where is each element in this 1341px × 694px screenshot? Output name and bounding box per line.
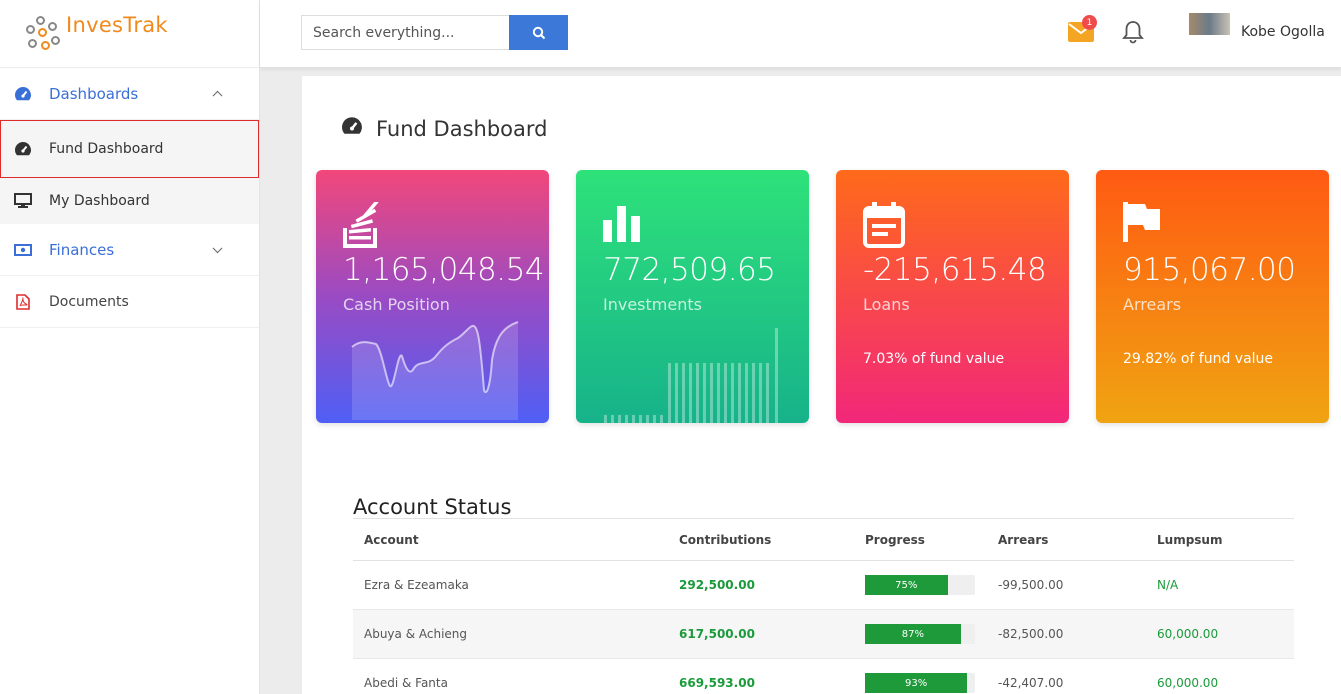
account-cell: Abedi & Fanta xyxy=(353,658,668,694)
sidebar-item-label: Finances xyxy=(49,240,115,259)
sidebar-item-my-dashboard[interactable]: My Dashboard xyxy=(0,178,259,224)
pdf-icon xyxy=(14,293,32,311)
contributions-cell: 617,500.00 xyxy=(668,609,854,659)
mail-count-badge: 1 xyxy=(1082,15,1097,30)
search-bar xyxy=(301,15,568,50)
table-row[interactable]: Abedi & Fanta 669,593.00 93% -42,407.00 … xyxy=(353,658,1294,694)
user-name: Kobe Ogolla xyxy=(1241,24,1325,40)
sidebar-item-dashboards[interactable]: Dashboards xyxy=(0,68,259,120)
topbar: 1 Kobe Ogolla xyxy=(260,0,1341,68)
gauge-icon xyxy=(340,116,364,141)
brand-logo[interactable]: InvesTrak xyxy=(0,0,259,68)
sidebar-item-label: Documents xyxy=(49,293,129,310)
progress-bar: 87% xyxy=(865,624,975,644)
table-row[interactable]: Abuya & Achieng 617,500.00 87% -82,500.0… xyxy=(353,609,1294,659)
contributions-cell: 669,593.00 xyxy=(668,658,854,694)
bar-chart-icon xyxy=(603,206,640,242)
account-status-panel: Account Status Account Contributions Pro… xyxy=(316,466,1336,694)
investments-label: Investments xyxy=(603,295,702,314)
lumpsum-cell: 60,000.00 xyxy=(1146,609,1294,659)
column-header[interactable]: Progress xyxy=(854,518,987,561)
progress-cell: 93% xyxy=(854,658,987,694)
cash-position-value: 1,165,048.54 xyxy=(343,252,545,288)
account-cell: Ezra & Ezeamaka xyxy=(353,560,668,610)
monitor-icon xyxy=(14,193,32,209)
gauge-icon xyxy=(14,85,32,103)
sidebar-item-finances[interactable]: Finances xyxy=(0,224,259,276)
account-status-title: Account Status xyxy=(353,495,512,519)
arrears-cell: -42,407.00 xyxy=(987,658,1146,694)
sidebar-item-fund-dashboard[interactable]: Fund Dashboard xyxy=(0,120,259,178)
lumpsum-cell: 60,000.00 xyxy=(1146,658,1294,694)
cash-position-card[interactable]: 1,165,048.54 Cash Position xyxy=(316,170,549,423)
avatar[interactable] xyxy=(1189,13,1230,35)
progress-fill: 87% xyxy=(865,624,961,644)
progress-cell: 87% xyxy=(854,609,987,659)
column-header[interactable]: Arrears xyxy=(987,518,1146,561)
progress-bar: 93% xyxy=(865,673,975,693)
account-cell: Abuya & Achieng xyxy=(353,609,668,659)
chevron-up-icon xyxy=(212,90,223,101)
bell-icon xyxy=(1122,21,1144,44)
contributions-cell: 292,500.00 xyxy=(668,560,854,610)
notifications-button[interactable] xyxy=(1122,20,1144,48)
account-status-table: Account Contributions Progress Arrears L… xyxy=(353,518,1294,694)
column-header[interactable]: Account xyxy=(353,518,668,561)
progress-cell: 75% xyxy=(854,560,987,610)
chevron-down-icon xyxy=(212,242,223,253)
arrears-note: 29.82% of fund value xyxy=(1123,351,1274,367)
brand-name: InvesTrak xyxy=(66,12,168,37)
lumpsum-cell: N/A xyxy=(1146,560,1294,610)
sidebar-item-label: Fund Dashboard xyxy=(49,141,164,157)
arrears-cell: -82,500.00 xyxy=(987,609,1146,659)
main-panel: Fund Dashboard 1,165,048.54 Cash Positio… xyxy=(302,76,1341,694)
investments-bars xyxy=(604,328,778,423)
column-header[interactable]: Lumpsum xyxy=(1146,518,1294,561)
sidebar-item-label: Dashboards xyxy=(49,84,139,103)
loans-note: 7.03% of fund value xyxy=(863,351,1005,367)
arrears-label: Arrears xyxy=(1123,295,1182,314)
loans-card[interactable]: -215,615.48 Loans 7.03% of fund value xyxy=(836,170,1069,423)
search-button[interactable] xyxy=(509,15,568,50)
sidebar-item-documents[interactable]: Documents xyxy=(0,276,259,328)
calendar-icon xyxy=(863,202,905,248)
loans-label: Loans xyxy=(863,295,910,314)
gauge-icon xyxy=(14,141,32,157)
search-input[interactable] xyxy=(301,15,509,50)
user-menu[interactable]: Kobe Ogolla xyxy=(1241,24,1325,40)
flag-icon xyxy=(1123,202,1160,242)
cash-position-label: Cash Position xyxy=(343,295,450,314)
progress-fill: 75% xyxy=(865,575,948,595)
table-row[interactable]: Ezra & Ezeamaka 292,500.00 75% -99,500.0… xyxy=(353,560,1294,610)
sidebar-item-label: My Dashboard xyxy=(49,193,150,209)
progress-bar: 75% xyxy=(865,575,975,595)
arrears-card[interactable]: 915,067.00 Arrears 29.82% of fund value xyxy=(1096,170,1329,423)
arrears-cell: -99,500.00 xyxy=(987,560,1146,610)
page-title-text: Fund Dashboard xyxy=(376,116,548,141)
investments-card[interactable]: 772,509.65 Investments xyxy=(576,170,809,423)
sidebar: InvesTrak Dashboards Fund Dashboard My D… xyxy=(0,0,260,694)
money-icon xyxy=(14,241,32,259)
dots-logo-icon xyxy=(24,14,62,54)
column-header[interactable]: Contributions xyxy=(668,518,854,561)
progress-fill: 93% xyxy=(865,673,968,693)
cash-sparkline xyxy=(351,321,519,420)
loans-value: -215,615.48 xyxy=(863,252,1047,288)
table-header-row: Account Contributions Progress Arrears L… xyxy=(353,518,1294,561)
stack-icon xyxy=(343,202,379,248)
arrears-value: 915,067.00 xyxy=(1123,252,1296,288)
investments-value: 772,509.65 xyxy=(603,252,776,288)
page-title: Fund Dashboard xyxy=(340,116,548,141)
search-icon xyxy=(532,26,545,39)
